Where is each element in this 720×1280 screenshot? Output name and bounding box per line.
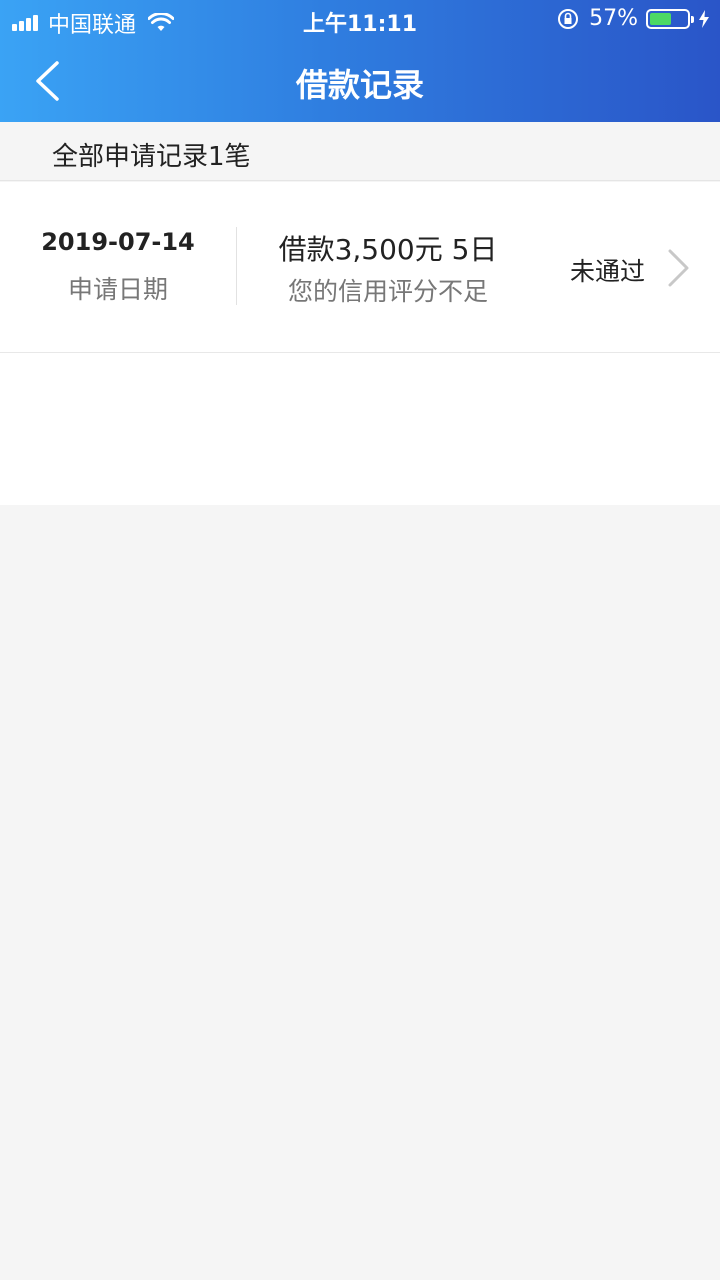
records-summary: 全部申请记录1笔: [0, 122, 720, 181]
app-header: 中国联通 上午11:11 57% 借款记录: [0, 0, 720, 122]
date-column: 2019-07-14 申请日期: [0, 182, 236, 353]
summary-text: 全部申请记录1笔: [52, 142, 251, 172]
record-status: 未通过: [570, 257, 646, 286]
record-list: 2019-07-14 申请日期 借款3,500元 5日 您的信用评分不足 未通过: [0, 182, 720, 505]
charging-bolt-icon: [699, 9, 709, 28]
status-right: 57%: [557, 6, 710, 31]
loan-amount-term: 借款3,500元 5日: [278, 233, 498, 266]
loan-column: 借款3,500元 5日 您的信用评分不足: [236, 182, 540, 353]
page-title: 借款记录: [295, 66, 424, 104]
battery-level: [650, 12, 671, 25]
battery-percent: 57%: [589, 6, 638, 31]
loan-reason: 您的信用评分不足: [287, 277, 488, 306]
record-row[interactable]: 2019-07-14 申请日期 借款3,500元 5日 您的信用评分不足 未通过: [0, 182, 720, 353]
status-bar: 中国联通 上午11:11 57%: [0, 0, 720, 40]
rotation-lock-icon: [558, 8, 579, 29]
apply-date-label: 申请日期: [67, 275, 168, 304]
apply-date: 2019-07-14: [41, 228, 195, 256]
chevron-right-icon: [668, 249, 689, 287]
battery-icon: [646, 8, 694, 29]
nav-bar: 借款记录: [0, 40, 720, 122]
